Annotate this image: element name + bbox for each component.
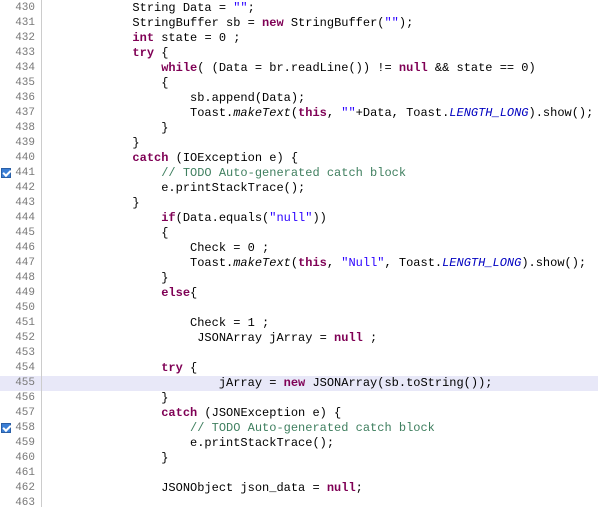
code-line[interactable]: { [42, 226, 598, 241]
task-marker-icon[interactable] [1, 168, 11, 178]
line-number: 443 [0, 196, 41, 211]
code-line[interactable] [42, 346, 598, 361]
code-line[interactable]: Check = 1 ; [42, 316, 598, 331]
line-number: 462 [0, 481, 41, 496]
line-number: 458 [0, 421, 41, 436]
line-number: 463 [0, 496, 41, 511]
line-number: 455 [0, 376, 41, 391]
code-line[interactable]: Toast.makeText(this, ""+Data, Toast.LENG… [42, 106, 598, 121]
line-number: 452 [0, 331, 41, 346]
line-number: 457 [0, 406, 41, 421]
line-number: 432 [0, 31, 41, 46]
code-line[interactable]: } [42, 391, 598, 406]
code-line[interactable]: int state = 0 ; [42, 31, 598, 46]
code-line[interactable] [42, 466, 598, 481]
code-line[interactable]: try { [42, 46, 598, 61]
line-number: 454 [0, 361, 41, 376]
code-line[interactable]: // TODO Auto-generated catch block [42, 421, 598, 436]
code-line[interactable]: JSONArray jArray = null ; [42, 331, 598, 346]
line-number: 459 [0, 436, 41, 451]
line-number: 430 [0, 1, 41, 16]
code-line[interactable]: StringBuffer sb = new StringBuffer(""); [42, 16, 598, 31]
line-number: 446 [0, 241, 41, 256]
code-line[interactable]: catch (IOException e) { [42, 151, 598, 166]
line-number: 433 [0, 46, 41, 61]
code-line[interactable]: Check = 0 ; [42, 241, 598, 256]
code-editor-area[interactable]: String Data = ""; StringBuffer sb = new … [42, 0, 598, 507]
line-number: 435 [0, 76, 41, 91]
code-line[interactable]: // TODO Auto-generated catch block [42, 166, 598, 181]
code-line[interactable]: catch (JSONException e) { [42, 406, 598, 421]
code-line[interactable] [42, 301, 598, 316]
code-line[interactable]: Toast.makeText(this, "Null", Toast.LENGT… [42, 256, 598, 271]
code-line[interactable] [42, 496, 598, 507]
line-number: 439 [0, 136, 41, 151]
code-line[interactable]: } [42, 121, 598, 136]
line-number: 453 [0, 346, 41, 361]
code-line[interactable]: } [42, 136, 598, 151]
line-number: 436 [0, 91, 41, 106]
line-number: 460 [0, 451, 41, 466]
code-line[interactable]: sb.append(Data); [42, 91, 598, 106]
line-number: 445 [0, 226, 41, 241]
code-line[interactable]: e.printStackTrace(); [42, 181, 598, 196]
code-line[interactable]: } [42, 271, 598, 286]
code-line[interactable]: e.printStackTrace(); [42, 436, 598, 451]
code-line[interactable]: } [42, 451, 598, 466]
line-number: 461 [0, 466, 41, 481]
code-line[interactable]: else{ [42, 286, 598, 301]
code-line[interactable]: if(Data.equals("null")) [42, 211, 598, 226]
code-line[interactable]: while( (Data = br.readLine()) != null &&… [42, 61, 598, 76]
line-number: 447 [0, 256, 41, 271]
task-marker-icon[interactable] [1, 423, 11, 433]
line-number: 451 [0, 316, 41, 331]
code-line[interactable]: String Data = ""; [42, 1, 598, 16]
line-number: 442 [0, 181, 41, 196]
line-number: 449 [0, 286, 41, 301]
line-number: 437 [0, 106, 41, 121]
line-number: 448 [0, 271, 41, 286]
code-line[interactable]: jArray = new JSONArray(sb.toString()); [42, 376, 598, 391]
code-line[interactable]: JSONObject json_data = null; [42, 481, 598, 496]
line-number: 438 [0, 121, 41, 136]
line-number: 440 [0, 151, 41, 166]
code-line[interactable]: } [42, 196, 598, 211]
code-line[interactable]: { [42, 76, 598, 91]
line-number: 444 [0, 211, 41, 226]
line-number: 441 [0, 166, 41, 181]
code-line[interactable]: try { [42, 361, 598, 376]
line-number: 450 [0, 301, 41, 316]
line-number: 431 [0, 16, 41, 31]
line-number-gutter: 4304314324334344354364374384394404414424… [0, 0, 42, 507]
line-number: 456 [0, 391, 41, 406]
line-number: 434 [0, 61, 41, 76]
